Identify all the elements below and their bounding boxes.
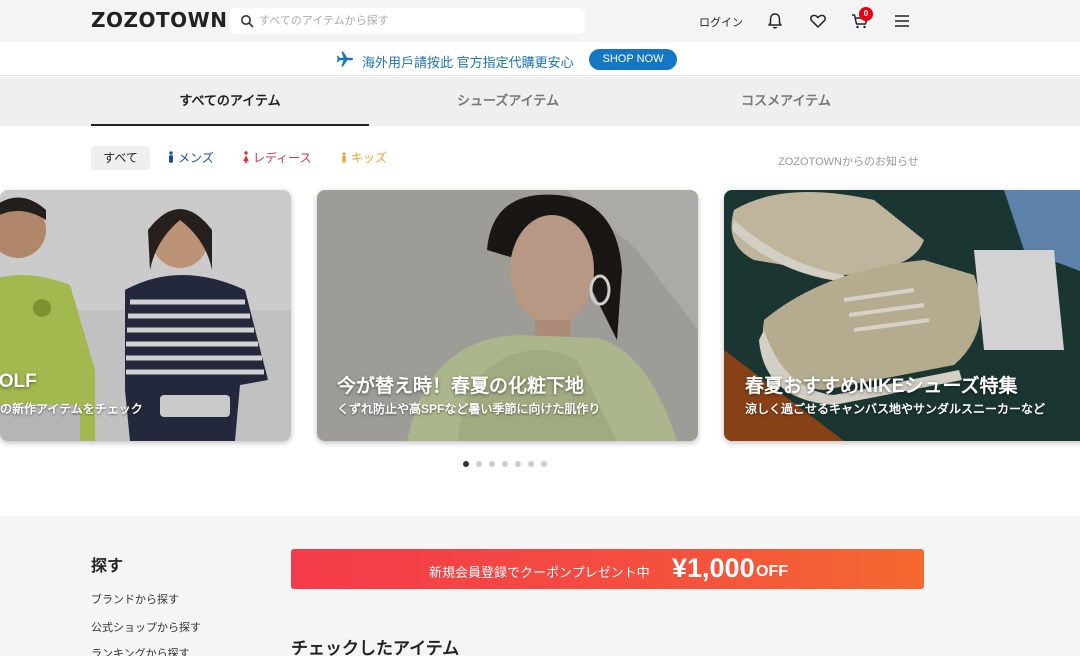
filter-mens-label: メンズ [178, 151, 214, 165]
airplane-icon [336, 51, 353, 67]
filter-kids-button[interactable]: キッズ [340, 146, 387, 170]
carousel-card-subtitle: くずれ防止や高SPFなど暑い季節に向けた肌作り [337, 402, 601, 416]
carousel-dot[interactable] [463, 461, 469, 467]
filter-all-button[interactable]: すべて [91, 146, 150, 170]
tab-shoes-items[interactable]: シューズアイテム [369, 77, 647, 126]
checked-items-heading: チェックしたアイテム [291, 639, 460, 656]
carousel-card-title: 春夏おすすめNIKEシューズ特集 [745, 376, 1018, 397]
tab-cosme-items[interactable]: コスメアイテム [647, 77, 925, 126]
carousel-card-nike[interactable]: 春夏おすすめNIKEシューズ特集 涼しく過ごせるキャンバス地やサンダルスニーカー… [724, 190, 1080, 441]
carousel-card-title: GOLF [0, 371, 37, 392]
brand-search-link[interactable]: ブランドから探す [91, 591, 179, 607]
carousel-dot[interactable] [489, 461, 495, 467]
carousel-dot[interactable] [541, 461, 547, 467]
menu-icon[interactable] [892, 11, 912, 31]
shop-now-button[interactable]: SHOP NOW [589, 49, 677, 70]
carousel-dot[interactable] [502, 461, 508, 467]
child-icon [342, 152, 346, 163]
man-icon [169, 151, 173, 163]
overseas-promo-banner[interactable]: 海外用戶請按此 官方指定代購更安心 SHOP NOW [0, 42, 1080, 76]
cart-count-badge: 0 [859, 7, 873, 21]
filter-mens-button[interactable]: メンズ [167, 146, 214, 170]
filter-ladies-button[interactable]: レディース [242, 146, 312, 170]
carousel-dot[interactable] [476, 461, 482, 467]
login-link[interactable]: ログイン [699, 14, 743, 30]
filter-kids-label: キッズ [351, 151, 388, 165]
coupon-amount: ¥1,000 [672, 553, 755, 583]
zozotown-notice-link[interactable]: ZOZOTOWNからのお知らせ [778, 153, 919, 169]
bell-icon[interactable] [765, 11, 785, 31]
category-tabs: すべてのアイテム シューズアイテム コスメアイテム [0, 77, 1080, 126]
carousel-card-cosme[interactable]: 今が替え時！春夏の化粧下地 くずれ防止や高SPFなど暑い季節に向けた肌作り [317, 190, 698, 441]
zozotown-logo[interactable]: ZOZOTOWN [91, 8, 227, 32]
search-bar[interactable] [229, 8, 585, 34]
filter-ladies-label: レディース [253, 151, 312, 165]
carousel-card-subtitle: 春の新作アイテムをチェック [0, 402, 143, 416]
carousel-dot[interactable] [515, 461, 521, 467]
carousel-card-golf[interactable]: GOLF 春の新作アイテムをチェック [0, 190, 291, 441]
woman-icon [243, 151, 249, 163]
search-icon [241, 15, 254, 28]
carousel-card-subtitle: 涼しく過ごせるキャンバス地やサンダルスニーカーなど [745, 402, 1046, 416]
header: ZOZOTOWN ログイン 0 [0, 0, 1080, 42]
coupon-banner[interactable]: 新規会員登録でクーポンプレゼント中 ¥1,000 OFF [291, 549, 924, 589]
carousel-dot[interactable] [528, 461, 534, 467]
coupon-text: 新規会員登録でクーポンプレゼント中 [429, 565, 650, 580]
ranking-search-link[interactable]: ランキングから探す [91, 645, 190, 656]
heart-icon[interactable] [808, 11, 828, 31]
tab-all-items[interactable]: すべてのアイテム [91, 77, 369, 126]
promo-text: 海外用戶請按此 官方指定代購更安心 [362, 55, 574, 70]
carousel-card-title: 今が替え時！春夏の化粧下地 [337, 376, 585, 397]
search-input[interactable] [259, 11, 579, 31]
official-shop-search-link[interactable]: 公式ショップから探す [91, 619, 201, 635]
coupon-off-label: OFF [756, 563, 788, 580]
search-section-heading: 探す [91, 558, 124, 575]
